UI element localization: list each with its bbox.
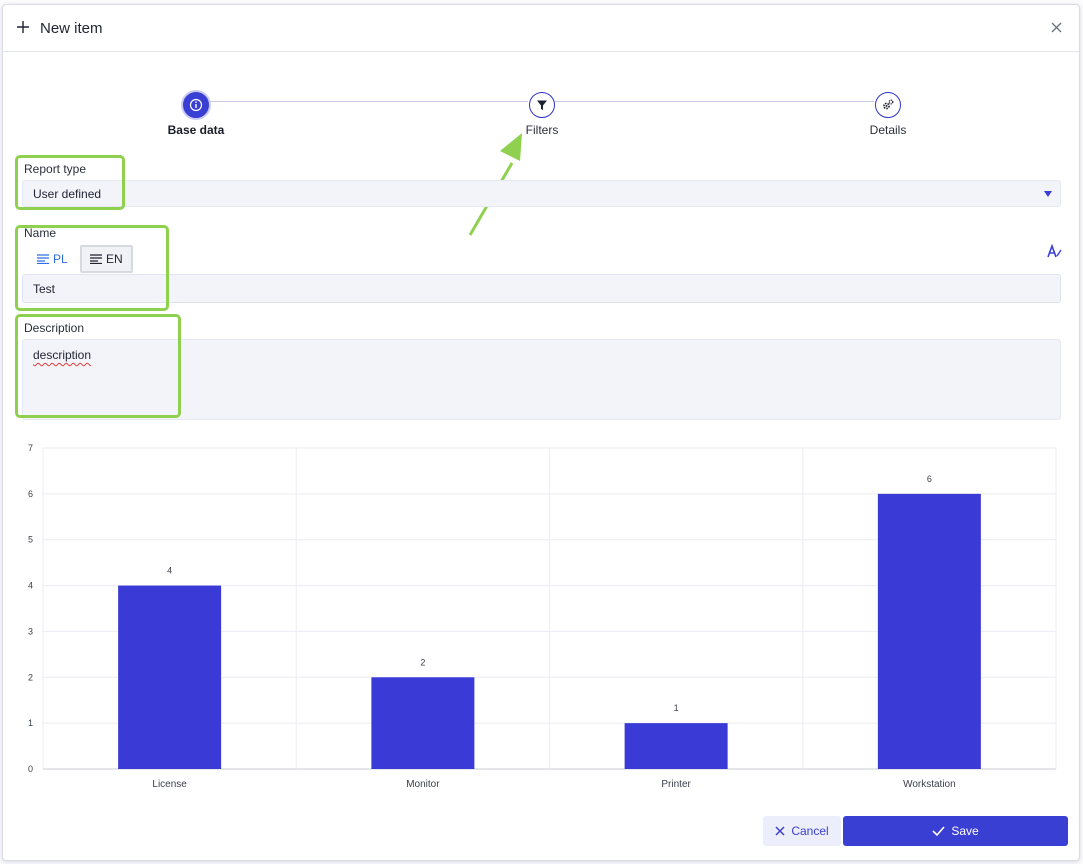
check-icon [932, 826, 945, 836]
spellcheck-icon[interactable] [1047, 244, 1063, 260]
step-details-label[interactable]: Details [828, 123, 948, 137]
page: New item Base data Filters Details Repor… [0, 0, 1083, 864]
gears-icon [883, 99, 894, 110]
name-input[interactable]: Test [22, 274, 1061, 303]
y-tick-label: 1 [28, 718, 33, 728]
report-type-label: Report type [24, 162, 87, 176]
tab-pl-label: PL [53, 252, 68, 266]
y-tick-label: 0 [28, 764, 33, 774]
cancel-button[interactable]: Cancel [763, 816, 841, 846]
y-tick-label: 5 [28, 535, 33, 545]
name-label: Name [24, 226, 57, 240]
plus-icon [17, 21, 29, 33]
dropdown-arrow[interactable] [1036, 181, 1060, 206]
dialog-header: New item [3, 5, 1079, 52]
stepper-line [554, 101, 874, 102]
bar [877, 493, 981, 769]
step-base-data-label[interactable]: Base data [136, 123, 256, 137]
cancel-label: Cancel [791, 824, 829, 838]
save-button[interactable]: Save [843, 816, 1068, 846]
bar [624, 723, 728, 769]
step-filters-circle[interactable] [529, 92, 555, 118]
name-input-value: Test [33, 282, 56, 296]
close-icon [775, 826, 785, 836]
tab-pl[interactable]: PL [29, 245, 76, 273]
data-label: 4 [167, 566, 172, 576]
data-label: 6 [927, 474, 932, 484]
description-textarea[interactable]: description [22, 339, 1061, 420]
filter-icon [537, 100, 547, 110]
data-label: 1 [674, 703, 679, 713]
tab-en-label: EN [106, 252, 123, 266]
save-label: Save [951, 824, 979, 838]
bar [371, 677, 475, 769]
report-type-value: User defined [33, 187, 102, 201]
y-tick-label: 3 [28, 626, 33, 636]
info-icon [189, 98, 203, 112]
x-tick-label: Printer [661, 779, 691, 790]
dialog-title: New item [40, 20, 103, 37]
step-details-circle[interactable] [875, 92, 901, 118]
description-value: description [33, 348, 92, 362]
text-align-icon [37, 254, 49, 264]
x-tick-label: License [152, 779, 187, 790]
stepper-line [208, 101, 528, 102]
text-align-icon [90, 254, 102, 264]
x-tick-label: Workstation [903, 779, 956, 790]
step-base-data-circle[interactable] [183, 92, 209, 118]
close-icon[interactable] [1050, 21, 1063, 34]
data-label: 2 [420, 657, 425, 667]
y-tick-label: 4 [28, 581, 33, 591]
y-tick-label: 2 [28, 672, 33, 682]
y-tick-label: 6 [28, 489, 33, 499]
tab-en[interactable]: EN [80, 245, 133, 273]
x-tick-label: Monitor [406, 779, 440, 790]
y-tick-label: 7 [28, 443, 33, 453]
bar-chart: 0 1 2 3 4 5 6 7 4 License 2 Monitor 1 Printer 6 Worksta… [28, 443, 1057, 790]
caret-down-icon [1044, 190, 1052, 197]
bar [118, 585, 222, 769]
description-label: Description [24, 321, 85, 335]
report-type-select[interactable]: User defined [22, 180, 1061, 207]
